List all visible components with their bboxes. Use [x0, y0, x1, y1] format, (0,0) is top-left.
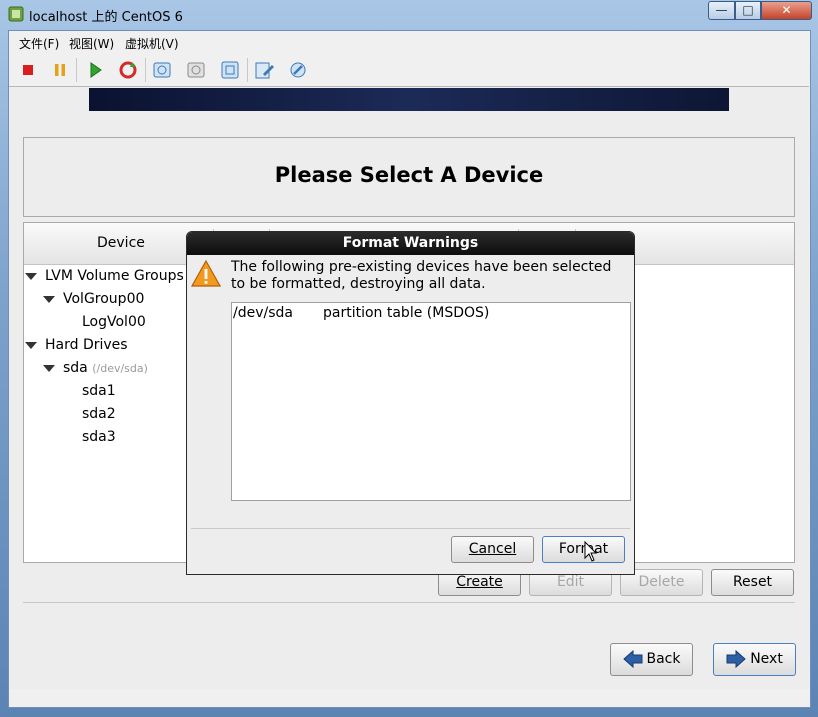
toolbar-separator: [76, 58, 77, 82]
stop-icon[interactable]: [17, 59, 39, 81]
warning-icon: [191, 259, 221, 287]
window-controls: — □ ✕: [708, 1, 812, 20]
column-header-device[interactable]: Device: [97, 235, 145, 251]
reset-button[interactable]: Reset: [711, 569, 794, 596]
window-title: localhost 上的 CentOS 6: [29, 10, 183, 25]
page-title: Please Select A Device: [274, 163, 544, 187]
toolbar-separator: [145, 58, 146, 82]
title-bar: localhost 上的 CentOS 6 — □ ✕: [0, 0, 818, 28]
tree-row-lvm[interactable]: LVM Volume Groups: [25, 268, 184, 284]
next-button[interactable]: Next: [713, 643, 796, 676]
tools-icon[interactable]: [287, 59, 309, 81]
dialog-title: Format Warnings: [187, 232, 634, 255]
dialog-message: The following pre-existing devices have …: [231, 259, 612, 292]
expander-icon[interactable]: [43, 295, 55, 303]
maximize-button[interactable]: □: [735, 1, 761, 20]
pause-icon[interactable]: [49, 59, 71, 81]
snapshot-icon[interactable]: [151, 59, 173, 81]
toolbar: [9, 55, 810, 85]
cancel-button[interactable]: Cancel: [451, 536, 534, 563]
device-list[interactable]: /dev/sda partition table (MSDOS): [231, 302, 631, 501]
divider: [23, 602, 795, 603]
vm-app-icon: [8, 6, 24, 22]
minimize-button[interactable]: —: [708, 1, 735, 20]
menu-vm[interactable]: 虚拟机(V): [125, 35, 179, 52]
toolbar-separator: [247, 58, 248, 82]
installer-banner: [89, 88, 729, 111]
menu-view[interactable]: 视图(W): [69, 35, 114, 52]
tree-row-volgroup[interactable]: VolGroup00: [43, 291, 144, 307]
tree-row-sda1[interactable]: sda1: [82, 383, 116, 399]
snapshot-manager-icon[interactable]: [219, 59, 241, 81]
back-button[interactable]: Back: [610, 643, 693, 676]
expander-icon[interactable]: [25, 272, 37, 280]
tree-row-sda2[interactable]: sda2: [82, 406, 116, 422]
close-button[interactable]: ✕: [761, 1, 812, 20]
list-device: /dev/sda: [233, 305, 293, 321]
edit-settings-icon[interactable]: [253, 59, 275, 81]
mouse-cursor-icon: [584, 541, 598, 562]
tree-row-sda3[interactable]: sda3: [82, 429, 116, 445]
menu-bar: 文件(F) 视图(W) 虚拟机(V): [9, 31, 810, 55]
refresh-icon[interactable]: [117, 59, 139, 81]
expander-icon[interactable]: [25, 341, 37, 349]
back-arrow-icon: [622, 650, 642, 668]
expander-icon[interactable]: [43, 364, 55, 372]
list-description: partition table (MSDOS): [323, 305, 490, 321]
snapshot-restore-icon[interactable]: [185, 59, 207, 81]
dialog-divider: [191, 528, 630, 529]
tree-row-logvol[interactable]: LogVol00: [82, 314, 146, 330]
play-icon[interactable]: [84, 59, 106, 81]
menu-file[interactable]: 文件(F): [19, 35, 59, 52]
tree-row-sda[interactable]: sda (/dev/sda): [43, 360, 148, 376]
next-arrow-icon: [726, 650, 746, 668]
tree-row-hard-drives[interactable]: Hard Drives: [25, 337, 128, 353]
